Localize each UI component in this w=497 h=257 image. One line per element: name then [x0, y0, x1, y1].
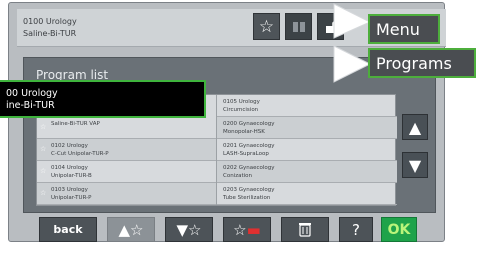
arrow-up-star-icon: ▲☆: [118, 220, 144, 239]
favorite-star-icon: ☆: [40, 145, 47, 153]
list-item[interactable]: ☆ 0103 Urology Unipolar-TUR-P: [37, 183, 216, 205]
list-item[interactable]: 0201 Gynaecology LASH-SupraLoop: [217, 139, 397, 161]
list-item-name: Saline-Bi-TUR VAP: [51, 121, 100, 127]
list-item-name: Unipolar-TUR-P: [51, 195, 92, 201]
list-item-number: 0200 Gynaecology: [223, 121, 275, 127]
list-item[interactable]: ☆ 0102 Urology C-Cut Unipolar-TUR-P: [37, 139, 216, 161]
book-icon[interactable]: [285, 13, 312, 40]
favorite-star-icon: ☆: [40, 123, 47, 131]
remove-favorite-button[interactable]: ☆▬: [223, 217, 271, 242]
star-outline-icon[interactable]: ☆: [253, 13, 280, 40]
list-item[interactable]: ☆ 0104 Urology Unipolar-TUR-B: [37, 161, 216, 183]
favorite-star-icon: ☆: [40, 189, 47, 197]
list-item-number: 0104 Urology: [51, 165, 88, 171]
program-list-right-column: 0105 Urology Circumcision 0200 Gynaecolo…: [217, 95, 397, 205]
list-item-number: 0201 Gynaecology: [223, 143, 275, 149]
list-item-name: Circumcision: [223, 107, 259, 113]
help-button[interactable]: ?: [339, 217, 373, 242]
bottom-toolbar: back ▲☆ ▼☆ ☆▬ ? OK: [23, 213, 436, 243]
delete-button[interactable]: [281, 217, 329, 242]
scroll-down-button[interactable]: ▼: [402, 152, 428, 178]
selected-program-tooltip: 00 Urology ine-Bi-TUR: [0, 80, 206, 118]
star-remove-icon: ☆▬: [233, 220, 261, 239]
scroll-up-button[interactable]: ▲: [402, 114, 428, 140]
tooltip-program-name: ine-Bi-TUR: [6, 100, 55, 111]
list-item[interactable]: 0203 Gynaecology Tube Sterilization: [217, 183, 397, 205]
list-item-name: Conization: [223, 173, 253, 179]
list-item-number: 0203 Gynaecology: [223, 187, 275, 193]
tooltip-program-number: 00 Urology: [6, 88, 58, 99]
list-item-name: Tube Sterilization: [223, 195, 271, 201]
trash-icon: [299, 223, 311, 237]
menu-callout: Menu: [368, 14, 440, 44]
header-program-number: 0100 Urology: [23, 17, 77, 26]
back-button[interactable]: back: [39, 217, 97, 242]
ok-button[interactable]: OK: [381, 217, 417, 242]
header-program-name: Saline-Bi-TUR: [23, 29, 77, 38]
arrow-down-star-icon: ▼☆: [176, 220, 202, 239]
list-item[interactable]: 0105 Urology Circumcision: [217, 95, 397, 117]
list-item[interactable]: ☆ Saline-Bi-TUR VAP: [37, 117, 216, 139]
move-favorite-down-button[interactable]: ▼☆: [165, 217, 213, 242]
list-item-name: LASH-SupraLoop: [223, 151, 269, 157]
move-favorite-up-button[interactable]: ▲☆: [107, 217, 155, 242]
list-item-number: 0105 Urology: [223, 99, 260, 105]
list-item-number: 0202 Gynaecology: [223, 165, 275, 171]
programs-callout: Programs: [368, 48, 476, 78]
favorite-star-icon: ☆: [40, 167, 47, 175]
list-item-number: 0103 Urology: [51, 187, 88, 193]
list-item-name: C-Cut Unipolar-TUR-P: [51, 151, 109, 157]
list-item-number: 0102 Urology: [51, 143, 88, 149]
list-item[interactable]: 0200 Gynaecology Monopolar-HSK: [217, 117, 397, 139]
list-item-name: Unipolar-TUR-B: [51, 173, 92, 179]
list-item-name: Monopolar-HSK: [223, 129, 265, 135]
list-item[interactable]: 0202 Gynaecology Conization: [217, 161, 397, 183]
